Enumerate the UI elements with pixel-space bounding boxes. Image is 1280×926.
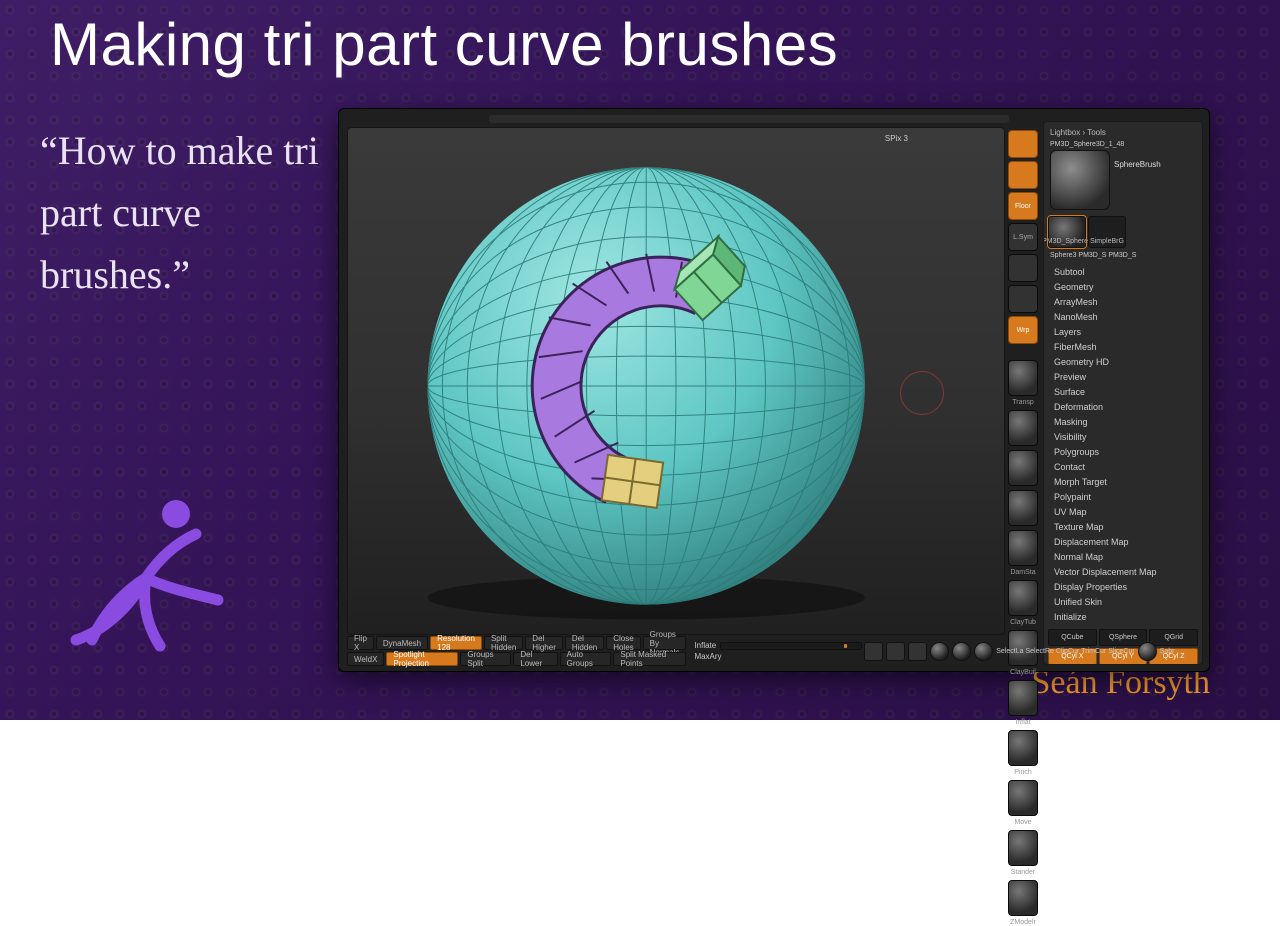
bottom-flip-x[interactable]: Flip X — [347, 636, 374, 650]
quote-text: “How to make tri part curve brushes.” — [40, 120, 330, 306]
brush-label: Move — [1007, 819, 1039, 826]
tool-thumb-label: SphereBrush — [1114, 160, 1161, 169]
section-polygroups[interactable]: Polygroups — [1048, 445, 1198, 460]
section-geometry-hd[interactable]: Geometry HD — [1048, 355, 1198, 370]
shelf-button-0[interactable] — [1008, 130, 1038, 158]
section-nanomesh[interactable]: NanoMesh — [1048, 310, 1198, 325]
bottom-split-hidden[interactable]: Split Hidden — [484, 636, 523, 650]
brush-label: Stander — [1007, 869, 1039, 876]
sabr-icon[interactable] — [1138, 642, 1157, 661]
brush-slot1[interactable] — [1008, 410, 1038, 446]
curve-mode-selectla[interactable]: SelectLa — [996, 648, 1023, 655]
curve-mode-slicecur[interactable]: SliceCur — [1108, 648, 1134, 655]
brush-Move[interactable] — [1008, 780, 1038, 816]
section-fibermesh[interactable]: FiberMesh — [1048, 340, 1198, 355]
bottom-weldx[interactable]: WeldX — [347, 652, 384, 666]
brush-label: ZModelr — [1007, 919, 1039, 926]
brush-slot2[interactable] — [1008, 450, 1038, 486]
bottom-groups-by-normals[interactable]: Groups By Normals — [643, 636, 687, 650]
bottom-auto-groups[interactable]: Auto Groups — [560, 652, 612, 666]
section-uv-map[interactable]: UV Map — [1048, 505, 1198, 520]
bottom-groups-split[interactable]: Groups Split — [460, 652, 511, 666]
bottom-split-masked-points[interactable]: Split Masked Points — [613, 652, 686, 666]
brush-label: DamSta — [1007, 569, 1039, 576]
brush-label: Inflat — [1007, 719, 1039, 726]
inflate-slider[interactable] — [720, 642, 862, 650]
section-normal-map[interactable]: Normal Map — [1048, 550, 1198, 565]
bottom-close-holes[interactable]: Close Holes — [606, 636, 640, 650]
bottom-brush-icon[interactable] — [974, 642, 993, 661]
curve-mode-trimcur[interactable]: TrimCur — [1081, 648, 1106, 655]
curve-mode-clipcur[interactable]: ClipCur — [1056, 648, 1079, 655]
shelf-button-4[interactable] — [1008, 254, 1038, 282]
sabr-label: Sabr — [1160, 648, 1175, 655]
bottom-spotlight-projection[interactable]: Spotlight Projection — [386, 652, 458, 666]
section-layers[interactable]: Layers — [1048, 325, 1198, 340]
tool-name: PM3D_Sphere3D_1_48 — [1050, 141, 1196, 148]
recent-tool-thumb[interactable]: PM3D_Sphere3 — [1048, 216, 1086, 248]
tool-thumbnail[interactable] — [1050, 150, 1110, 210]
section-visibility[interactable]: Visibility — [1048, 430, 1198, 445]
brush-DamSta[interactable] — [1008, 530, 1038, 566]
section-arraymesh[interactable]: ArrayMesh — [1048, 295, 1198, 310]
panel-header: Lightbox › Tools — [1050, 128, 1196, 137]
brush-cursor-icon — [900, 371, 944, 415]
section-masking[interactable]: Masking — [1048, 415, 1198, 430]
section-geometry[interactable]: Geometry — [1048, 280, 1198, 295]
shelf-button-6[interactable]: Wrp — [1008, 316, 1038, 344]
section-contact[interactable]: Contact — [1048, 460, 1198, 475]
section-subtool[interactable]: Subtool — [1048, 265, 1198, 280]
titlebar — [489, 115, 1009, 123]
bottom-del-higher[interactable]: Del Higher — [525, 636, 563, 650]
brush-label: Transp — [1007, 399, 1039, 406]
brush-label: ClayTub — [1007, 619, 1039, 626]
section-deformation[interactable]: Deformation — [1048, 400, 1198, 415]
section-morph-target[interactable]: Morph Target — [1048, 475, 1198, 490]
bottom-del-hidden[interactable]: Del Hidden — [565, 636, 604, 650]
section-display-properties[interactable]: Display Properties — [1048, 580, 1198, 595]
recent-tools-row: Sphere3 PM3D_S PM3D_S — [1050, 252, 1198, 259]
brush-label: ClayBuil — [1007, 669, 1039, 676]
bottom-bar: Flip XDynaMeshResolution 128Split Hidden… — [347, 637, 1005, 665]
page-title: Making tri part curve brushes — [50, 10, 838, 79]
inflate-label: Inflate — [694, 641, 716, 650]
bottom-dynamesh[interactable]: DynaMesh — [376, 636, 428, 650]
shelf-button-5[interactable] — [1008, 285, 1038, 313]
brush-ZModelr[interactable] — [1008, 880, 1038, 916]
section-texture-map[interactable]: Texture Map — [1048, 520, 1198, 535]
shelf-button-1[interactable] — [1008, 161, 1038, 189]
bottom-del-lower[interactable]: Del Lower — [513, 652, 557, 666]
viewport[interactable]: SPix 3 — [347, 127, 1005, 635]
shelf-button-2[interactable]: Floor — [1008, 192, 1038, 220]
zbrush-window: SPix 3 — [338, 108, 1210, 672]
maxary-label: MaxAry — [694, 652, 721, 661]
section-vector-displacement-map[interactable]: Vector Displacement Map — [1048, 565, 1198, 580]
shelf-button-3[interactable]: L.Sym — [1008, 223, 1038, 251]
section-unified-skin[interactable]: Unified Skin — [1048, 595, 1198, 610]
brush-ClayTub[interactable] — [1008, 580, 1038, 616]
shelf-tools: FloorL.SymWrp TranspDamStaClayTubClayBui… — [1007, 127, 1039, 635]
brush-Inflat[interactable] — [1008, 680, 1038, 716]
bottom-square-icon[interactable] — [908, 642, 927, 661]
section-initialize[interactable]: Initialize — [1048, 610, 1198, 625]
bottom-resolution-128[interactable]: Resolution 128 — [430, 636, 482, 650]
bottom-square-icon[interactable] — [864, 642, 883, 661]
brush-Pinch[interactable] — [1008, 730, 1038, 766]
bottom-brush-icon[interactable] — [952, 642, 971, 661]
brush-Stander[interactable] — [1008, 830, 1038, 866]
bottom-brush-icon[interactable] — [930, 642, 949, 661]
recent-tool-thumb[interactable]: SimpleBrG — [1088, 216, 1126, 248]
zbrush-logo-icon — [46, 490, 246, 660]
brush-label: Pinch — [1007, 769, 1039, 776]
section-preview[interactable]: Preview — [1048, 370, 1198, 385]
tool-panel: Lightbox › Tools PM3D_Sphere3D_1_48 Sphe… — [1043, 121, 1203, 665]
curve-mode-selectre[interactable]: SelectRe — [1025, 648, 1053, 655]
brush-Transp[interactable] — [1008, 360, 1038, 396]
brush-slot3[interactable] — [1008, 490, 1038, 526]
bottom-square-icon[interactable] — [886, 642, 905, 661]
section-surface[interactable]: Surface — [1048, 385, 1198, 400]
section-polypaint[interactable]: Polypaint — [1048, 490, 1198, 505]
section-displacement-map[interactable]: Displacement Map — [1048, 535, 1198, 550]
